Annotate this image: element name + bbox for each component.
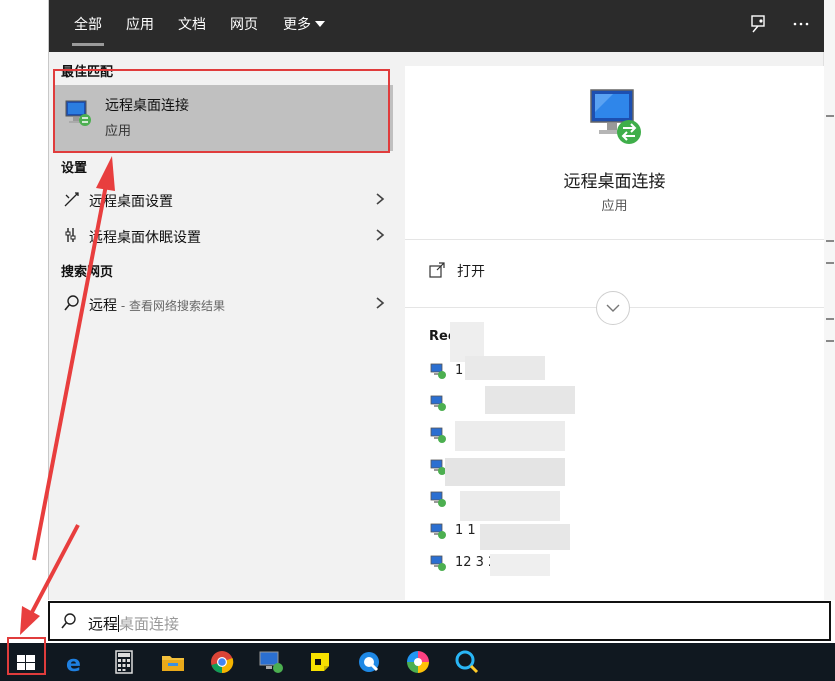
settings-item-sleep[interactable]: 远程桌面休眠设置 (55, 219, 387, 253)
search-autocomplete-hint: 桌面连接 (119, 615, 180, 633)
colorful-app-icon[interactable] (404, 648, 432, 676)
chevron-right-icon (373, 227, 387, 243)
remote-desktop-small-icon (429, 522, 447, 540)
tab-documents[interactable]: 文档 (178, 0, 206, 52)
search-box[interactable]: 远程桌面连接 (48, 601, 831, 641)
settings-heading: 设置 (61, 161, 88, 176)
web-search-item[interactable]: 远程 - 查看网络搜索结果 (55, 287, 387, 321)
web-search-heading: 搜索网页 (61, 265, 114, 280)
caret-down-icon (315, 21, 325, 27)
preview-app-name: 远程桌面连接 (563, 172, 666, 192)
tab-web[interactable]: 网页 (230, 0, 258, 52)
best-match-name: 远程桌面连接 (105, 98, 189, 114)
search-panel: 全部 应用 文档 网页 更多 最佳匹配 远程桌面连接 应用 设置 远程桌面设置 (48, 0, 824, 600)
remote-desktop-small-icon (429, 490, 447, 508)
remote-desktop-small-icon (429, 426, 447, 444)
file-explorer-icon[interactable] (159, 648, 187, 676)
remote-desktop-small-icon (429, 362, 447, 380)
open-icon (429, 262, 445, 278)
results-list: 最佳匹配 远程桌面连接 应用 设置 远程桌面设置 远程桌面休眠设置 搜索网页 远… (49, 52, 399, 600)
chevron-right-icon (373, 295, 387, 311)
calculator-icon[interactable] (110, 648, 138, 676)
search-typed-text: 远程 (88, 615, 119, 633)
settings-item-remote-desktop[interactable]: 远程桌面设置 (55, 183, 387, 217)
tab-more-label: 更多 (283, 17, 311, 33)
search-icon (60, 612, 78, 630)
tab-apps[interactable]: 应用 (126, 0, 154, 52)
preview-pane: 远程桌面连接 应用 打开 Rec 1 1( 117 4 0 1 1 12 3 2… (405, 66, 824, 600)
settings-item-label: 远程桌面设置 (89, 194, 173, 210)
more-options-icon[interactable] (789, 14, 813, 38)
background-window-edge (823, 0, 835, 600)
remote-desktop-large-icon (583, 86, 647, 150)
recent-connection-label: 1 1 (455, 523, 476, 538)
remote-settings-icon (63, 190, 81, 208)
tab-more[interactable]: 更多 (283, 0, 325, 52)
feedback-icon[interactable] (747, 14, 771, 38)
start-button-highlight (7, 637, 46, 675)
open-action[interactable]: 打开 (405, 256, 824, 286)
best-match-item[interactable]: 远程桌面连接 应用 (55, 85, 393, 151)
best-match-heading: 最佳匹配 (61, 65, 114, 80)
search-tool-icon[interactable] (453, 648, 481, 676)
web-search-label: 远程 - 查看网络搜索结果 (89, 295, 225, 315)
chevron-right-icon (373, 191, 387, 207)
sleep-settings-icon (63, 226, 81, 244)
search-icon (63, 294, 81, 312)
settings-item-label: 远程桌面休眠设置 (89, 230, 201, 246)
search-tab-bar: 全部 应用 文档 网页 更多 (49, 0, 824, 52)
tab-all[interactable]: 全部 (72, 0, 104, 52)
remote-desktop-taskbar-icon[interactable] (257, 648, 285, 676)
web-search-suffix: - 查看网络搜索结果 (117, 299, 225, 313)
remote-desktop-small-icon (429, 554, 447, 572)
search-input[interactable]: 远程桌面连接 (88, 613, 179, 634)
taskbar: e (0, 643, 835, 681)
web-search-term: 远程 (89, 298, 117, 314)
remote-desktop-icon (63, 98, 93, 128)
svg-text:e: e (66, 652, 81, 676)
preview-divider (405, 239, 824, 240)
open-label: 打开 (457, 264, 485, 280)
preview-app-type: 应用 (601, 199, 628, 214)
edge-browser-icon[interactable]: e (61, 648, 89, 677)
best-match-type: 应用 (105, 124, 132, 139)
sticky-notes-icon[interactable] (306, 648, 334, 676)
remote-desktop-small-icon (429, 394, 447, 412)
chrome-icon[interactable] (208, 648, 236, 676)
search-app-icon[interactable] (355, 648, 383, 676)
chevron-down-icon (606, 304, 620, 312)
expand-button[interactable] (596, 291, 630, 325)
